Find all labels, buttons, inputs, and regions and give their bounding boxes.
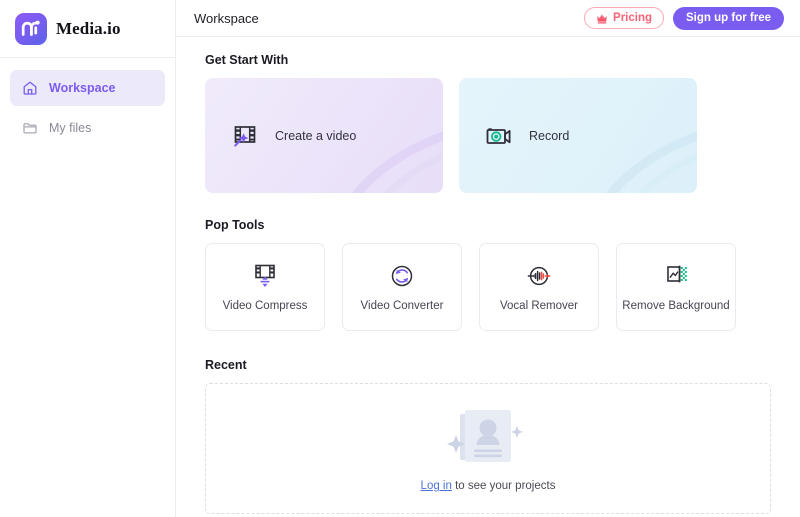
sidebar-item-label: Workspace <box>49 81 116 95</box>
brand-name: Media.io <box>56 18 121 38</box>
video-camera-record-icon <box>483 121 513 151</box>
pricing-label: Pricing <box>613 12 653 24</box>
empty-state-text: Log in to see your projects <box>421 480 556 492</box>
recent-empty-state: Log in to see your projects <box>205 383 771 514</box>
film-compress-icon <box>250 263 280 289</box>
pop-tools-title: Pop Tools <box>205 218 265 232</box>
crown-icon <box>596 13 608 24</box>
decorative-swirl <box>605 131 697 193</box>
brand-header[interactable]: Media.io <box>0 0 175 58</box>
page-title: Workspace <box>194 10 259 26</box>
circular-refresh-icon <box>387 263 417 289</box>
tool-card-video-converter[interactable]: Video Converter <box>342 243 462 331</box>
empty-projects-illustration-icon <box>439 405 537 471</box>
tool-card-video-compress[interactable]: Video Compress <box>205 243 325 331</box>
sidebar-item-my-files[interactable]: My files <box>10 110 165 146</box>
recent-title: Recent <box>205 358 247 372</box>
sidebar-nav: Workspace My files <box>0 58 175 146</box>
topbar: Workspace Pricing Sign up for free <box>176 0 800 37</box>
pricing-button[interactable]: Pricing <box>584 7 665 29</box>
folder-icon <box>22 120 38 136</box>
tool-card-remove-background[interactable]: Remove Background <box>616 243 736 331</box>
signup-button[interactable]: Sign up for free <box>673 6 784 30</box>
pop-tools-section: Pop Tools Video Compress Video Converter… <box>205 218 780 331</box>
get-start-title: Get Start With <box>205 53 289 67</box>
get-start-cards: Create a video Record <box>205 78 780 193</box>
tool-label: Video Compress <box>222 299 308 312</box>
recent-section: Recent Log in to see your projects <box>205 358 780 514</box>
home-icon <box>22 80 38 96</box>
record-card[interactable]: Record <box>459 78 697 193</box>
create-a-video-label: Create a video <box>275 128 357 143</box>
sidebar-item-label: My files <box>49 121 92 135</box>
sidebar-item-workspace[interactable]: Workspace <box>10 70 165 106</box>
tool-label: Video Converter <box>360 299 444 312</box>
tool-label: Remove Background <box>622 299 730 312</box>
pop-tools-row: Video Compress Video Converter Vocal Rem… <box>205 243 780 331</box>
tool-label: Vocal Remover <box>500 299 578 312</box>
sidebar: Media.io Workspace My files <box>0 0 176 517</box>
content: Get Start With Create a video Record Pop… <box>176 37 800 514</box>
main-area: Workspace Pricing Sign up for free Get S… <box>176 0 800 517</box>
login-link[interactable]: Log in <box>421 480 452 492</box>
topbar-actions: Pricing Sign up for free <box>584 6 784 30</box>
film-magic-wand-icon <box>229 121 259 151</box>
tool-card-vocal-remover[interactable]: Vocal Remover <box>479 243 599 331</box>
create-a-video-card[interactable]: Create a video <box>205 78 443 193</box>
record-label: Record <box>529 128 570 143</box>
empty-state-suffix: to see your projects <box>451 480 556 492</box>
app-root: Media.io Workspace My files Workspace Pr… <box>0 0 800 517</box>
media-io-logo-icon <box>15 12 47 45</box>
image-checkerboard-icon <box>661 263 691 289</box>
waveform-arrows-icon <box>524 263 554 289</box>
